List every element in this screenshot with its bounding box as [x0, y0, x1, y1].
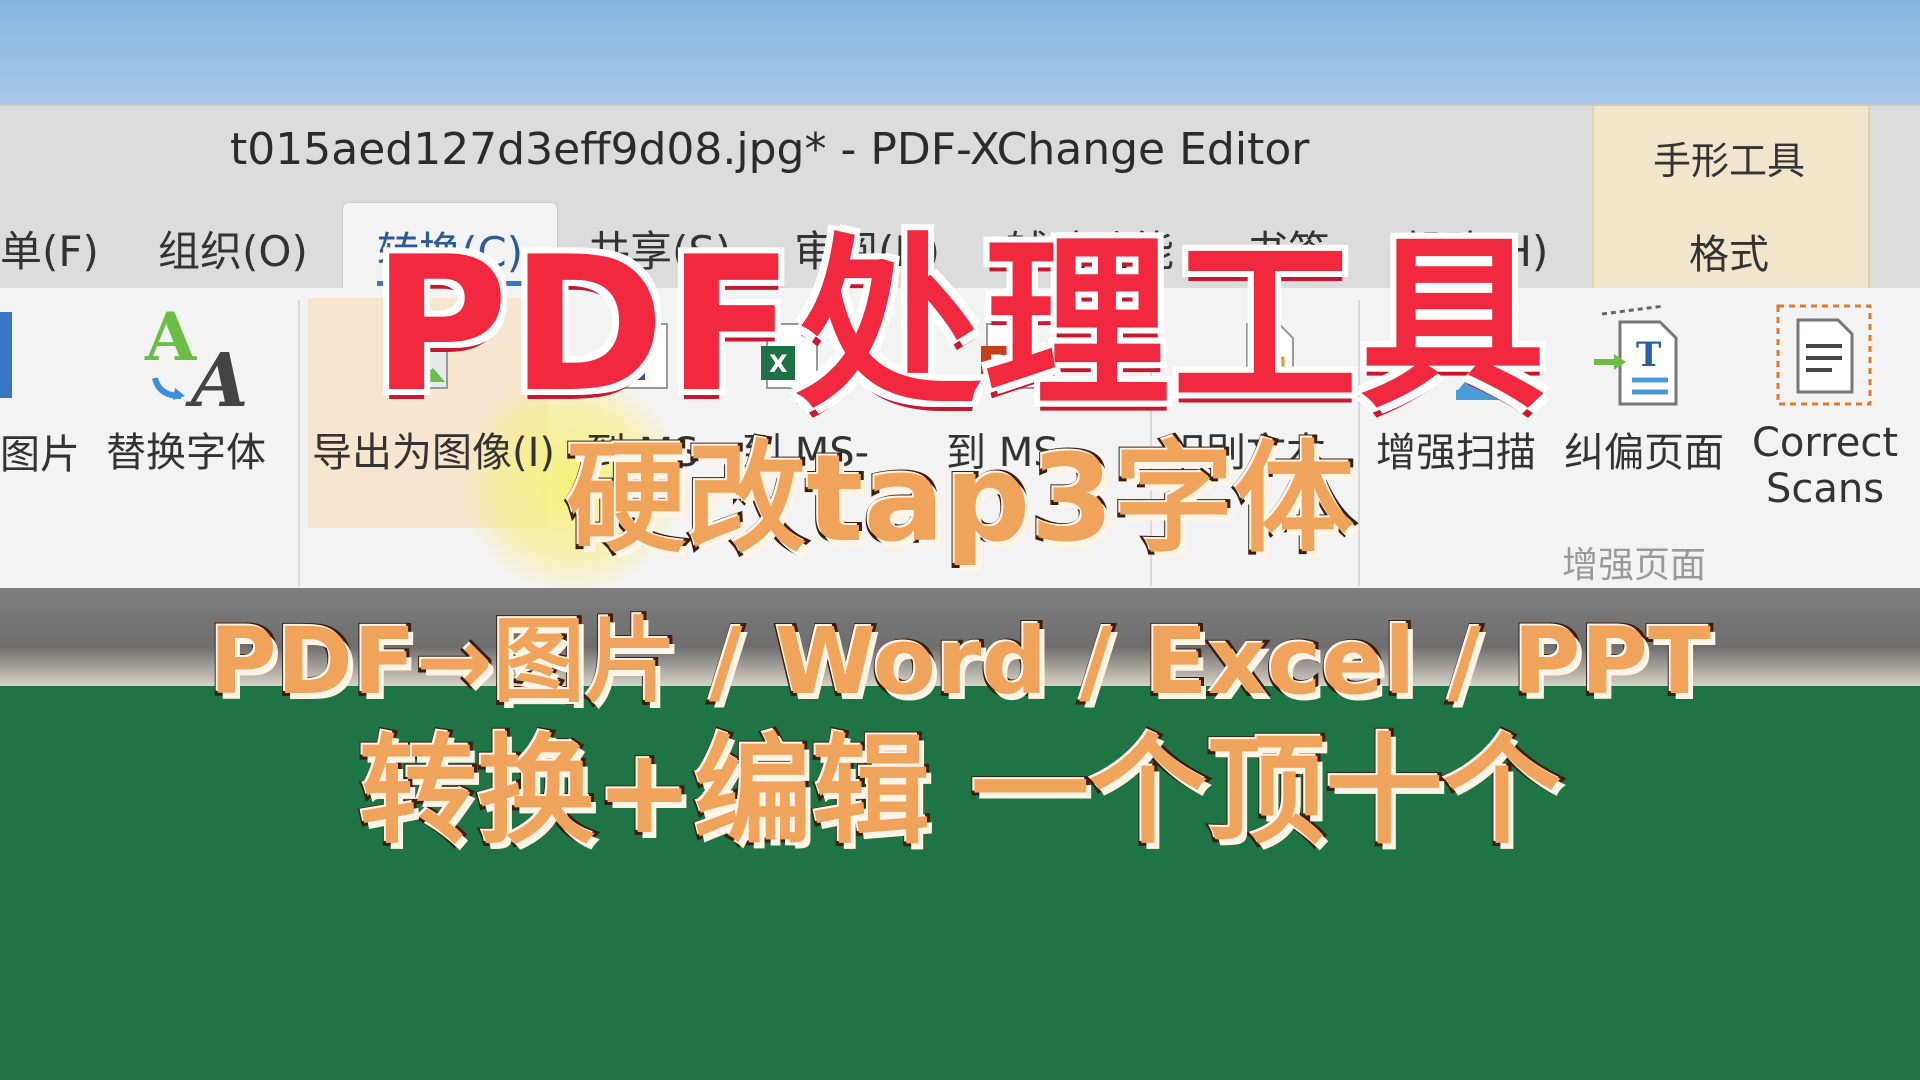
overlay-subtitle: 硬改tap3字体 — [563, 430, 1357, 569]
contextual-group-label: 手形工具 — [1652, 139, 1805, 183]
overlay-formats: PDF→图片 / Word / Excel / PPT — [206, 608, 1714, 715]
window-title: t015aed127d3eff9d08.jpg* - PDF-XChange E… — [230, 124, 1310, 175]
desktop-background — [0, 0, 1920, 106]
overlay-headline: PDF处理工具 — [369, 216, 1549, 433]
overlay-tagline: 转换+编辑 一个顶十个 — [356, 722, 1564, 860]
